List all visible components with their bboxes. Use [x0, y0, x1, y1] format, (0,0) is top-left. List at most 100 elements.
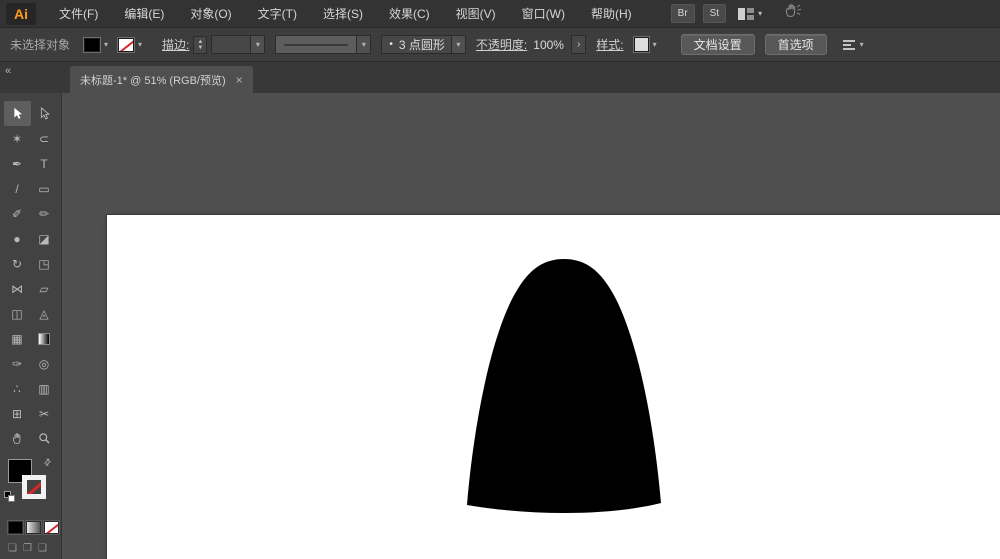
free-transform-tool[interactable]: ▱	[31, 276, 58, 301]
selection-tool[interactable]	[4, 101, 31, 126]
zoom-tool[interactable]	[31, 426, 58, 451]
magic-wand-tool[interactable]: ✶	[4, 126, 31, 151]
hand-tool[interactable]	[4, 426, 31, 451]
stroke-weight-dropdown[interactable]: ▾	[211, 35, 265, 54]
mesh-tool[interactable]: ▦	[4, 326, 31, 351]
stepper-down-icon[interactable]: ▼	[197, 45, 203, 51]
free-transform-icon: ▱	[39, 282, 48, 296]
selection-icon	[10, 107, 24, 121]
column-graph-tool[interactable]: ▥	[31, 376, 58, 401]
slice-icon: ✂	[39, 407, 49, 421]
menu-select[interactable]: 选择(S)	[310, 0, 376, 28]
draw-normal-icon[interactable]: ❏	[8, 543, 17, 554]
width-icon: ⋈	[11, 282, 23, 296]
chevron-down-icon: ▾	[758, 9, 762, 18]
align-dropdown[interactable]: ▾	[843, 40, 866, 50]
scale-tool[interactable]: ◳	[31, 251, 58, 276]
menu-object[interactable]: 对象(O)	[177, 0, 244, 28]
chevron-down-icon: ▾	[858, 40, 866, 49]
stroke-weight-link[interactable]: 描边:	[162, 36, 189, 53]
menu-effect[interactable]: 效果(C)	[376, 0, 443, 28]
default-colors-icon[interactable]	[4, 491, 16, 503]
blend-tool[interactable]: ◎	[31, 351, 58, 376]
share-hand-icon[interactable]	[784, 3, 802, 24]
stroke-swatch[interactable]	[118, 38, 134, 52]
artboard-icon: ⊞	[12, 407, 22, 421]
artboard[interactable]	[107, 215, 1000, 559]
style-label: 样式:	[596, 36, 623, 53]
menu-view[interactable]: 视图(V)	[443, 0, 509, 28]
workspace-switcher[interactable]: ▾	[734, 6, 766, 22]
menubar-right-group: Br St ▾	[671, 3, 802, 24]
eyedropper-tool[interactable]: ✑	[4, 351, 31, 376]
symbol-sprayer-icon: ∴	[13, 382, 21, 396]
chevron-down-icon[interactable]: ▾	[250, 36, 264, 53]
blend-icon: ◎	[39, 357, 49, 371]
lasso-icon: ⊂	[39, 132, 49, 146]
document-setup-button[interactable]: 文档设置	[681, 34, 755, 55]
eraser-tool[interactable]: ◪	[31, 226, 58, 251]
perspective-grid-icon: ◬	[39, 307, 48, 321]
opacity-input[interactable]	[531, 35, 571, 54]
color-mode-button[interactable]	[8, 521, 23, 534]
width-tool[interactable]: ⋈	[4, 276, 31, 301]
rotate-icon: ↻	[12, 257, 22, 271]
type-tool[interactable]: T	[31, 151, 58, 176]
blob-brush-icon: ●	[13, 232, 20, 246]
swap-fill-stroke-icon[interactable]: ⇄	[41, 456, 54, 469]
menu-type[interactable]: 文字(T)	[245, 0, 310, 28]
close-icon[interactable]: ×	[236, 73, 243, 87]
line-segment-tool[interactable]: /	[4, 176, 31, 201]
fill-control[interactable]: ▾	[84, 38, 110, 52]
draw-behind-icon[interactable]: ❐	[23, 543, 32, 554]
chevron-down-icon[interactable]: ▾	[451, 36, 465, 53]
stock-button[interactable]: St	[703, 4, 726, 23]
style-swatch[interactable]	[634, 37, 649, 52]
menu-window[interactable]: 窗口(W)	[509, 0, 578, 28]
rotate-tool[interactable]: ↻	[4, 251, 31, 276]
symbol-sprayer-tool[interactable]: ∴	[4, 376, 31, 401]
toolbar-collapse-button[interactable]: «	[5, 65, 11, 77]
chevron-down-icon[interactable]: ▾	[651, 40, 659, 49]
artboard-tool[interactable]: ⊞	[4, 401, 31, 426]
menu-edit[interactable]: 编辑(E)	[111, 0, 177, 28]
opacity-link[interactable]: 不透明度:	[476, 36, 527, 53]
line-segment-icon: /	[15, 182, 18, 196]
opacity-panel-button[interactable]: ›	[571, 35, 586, 54]
slice-tool[interactable]: ✂	[31, 401, 58, 426]
menu-file[interactable]: 文件(F)	[46, 0, 111, 28]
zoom-icon	[38, 432, 51, 445]
chevron-down-icon[interactable]: ▾	[136, 40, 144, 49]
document-tab-bar: « 未标题-1* @ 51% (RGB/预览) ×	[0, 62, 1000, 93]
menu-help[interactable]: 帮助(H)	[578, 0, 645, 28]
preferences-button[interactable]: 首选项	[765, 34, 827, 55]
black-bell-shape[interactable]	[467, 259, 661, 513]
none-mode-button[interactable]	[44, 521, 59, 534]
stroke-color-swatch[interactable]	[22, 475, 46, 499]
stroke-control[interactable]: ▾	[118, 38, 144, 52]
pen-tool[interactable]: ✒	[4, 151, 31, 176]
chevron-down-icon[interactable]: ▾	[356, 36, 370, 53]
hand-icon	[11, 432, 24, 445]
draw-mode-row: ❏ ❐ ❑	[8, 543, 61, 554]
gradient-mode-button[interactable]	[26, 521, 41, 534]
stroke-weight-stepper[interactable]: ▲ ▼	[193, 36, 207, 54]
shape-builder-tool[interactable]: ◫	[4, 301, 31, 326]
paintbrush-tool[interactable]: ✐	[4, 201, 31, 226]
perspective-grid-tool[interactable]: ◬	[31, 301, 58, 326]
gradient-tool[interactable]	[31, 326, 58, 351]
brush-definition-dropdown[interactable]: • 3 点圆形 ▾	[381, 35, 466, 54]
document-tab[interactable]: 未标题-1* @ 51% (RGB/预览) ×	[70, 66, 253, 93]
blob-brush-tool[interactable]: ●	[4, 226, 31, 251]
pencil-tool[interactable]: ✏	[31, 201, 58, 226]
rectangle-tool[interactable]: ▭	[31, 176, 58, 201]
direct-selection-tool[interactable]	[31, 101, 58, 126]
chevron-down-icon[interactable]: ▾	[102, 40, 110, 49]
draw-inside-icon[interactable]: ❑	[38, 543, 47, 554]
lasso-tool[interactable]: ⊂	[31, 126, 58, 151]
variable-width-profile-dropdown[interactable]: ▾	[275, 35, 371, 54]
fill-swatch[interactable]	[84, 38, 100, 52]
canvas-pasteboard[interactable]	[62, 93, 1000, 559]
bridge-button[interactable]: Br	[671, 4, 695, 23]
rectangle-icon: ▭	[38, 182, 49, 196]
